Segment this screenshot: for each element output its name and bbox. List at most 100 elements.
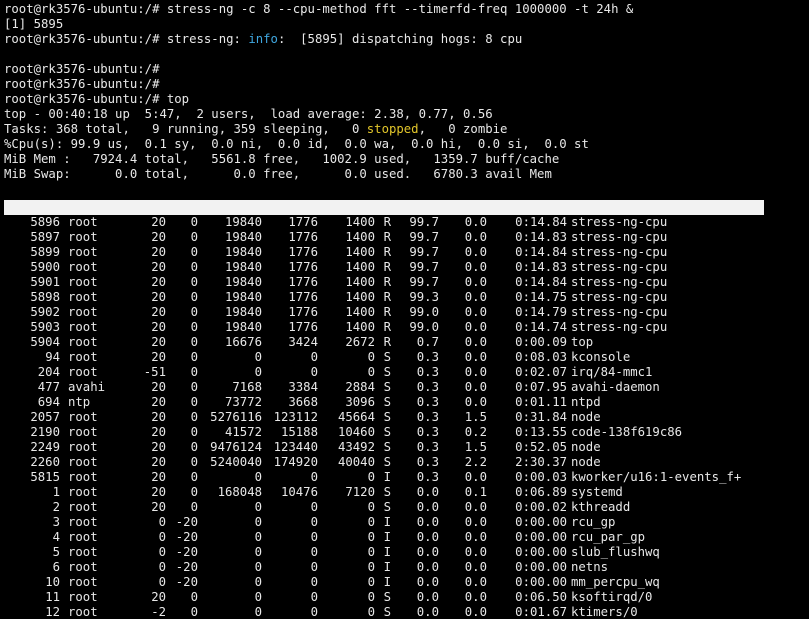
table-row: 477 avahi 20 0 7168 3384 2884 S 0.3 0.0 0:07.95 ava…	[4, 380, 809, 395]
res-cell: 1776	[288, 320, 318, 334]
cpu-cell: 99.7	[409, 260, 439, 274]
shr-cell: 45664	[337, 410, 375, 424]
command-cell: kconsole	[571, 350, 631, 364]
ni-cell: -20	[175, 530, 198, 544]
top-mem-line: MiB Mem : 7924.4 total, 5561.8 free, 100…	[4, 152, 560, 166]
ni-cell: 0	[190, 305, 198, 319]
ni-cell: 0	[190, 215, 198, 229]
user-cell: root	[68, 410, 98, 424]
pid-cell: 477	[37, 380, 60, 394]
pr-cell: 20	[151, 350, 166, 364]
command-cell: top	[571, 335, 594, 349]
terminal-window[interactable]: root@rk3576-ubuntu:/# stress-ng -c 8 --c…	[0, 0, 809, 619]
process-table-header: PID USER PR NI VIRT RES SHR S %CPU %MEM TIME+ COMMA…	[4, 200, 764, 229]
time-cell: 0:01.11	[515, 395, 567, 409]
virt-cell: 0	[254, 560, 262, 574]
pid-cell: 5896	[30, 215, 60, 229]
mem-cell: 1.5	[464, 440, 487, 454]
ni-cell: 0	[190, 440, 198, 454]
state-cell: I	[383, 470, 391, 484]
ni-cell: 0	[190, 380, 198, 394]
shell-line-7: root@rk3576-ubuntu:/# top	[4, 92, 190, 106]
shr-cell: 7120	[345, 485, 375, 499]
res-cell: 0	[310, 575, 318, 589]
virt-cell: 19840	[224, 245, 262, 259]
ni-cell: 0	[190, 605, 198, 619]
shell-line-1: root@rk3576-ubuntu:/# stress-ng -c 8 --c…	[4, 2, 634, 16]
pid-cell: 5	[52, 545, 60, 559]
time-cell: 0:52.05	[515, 440, 567, 454]
pr-cell: -2	[151, 605, 166, 619]
cpu-cell: 99.3	[409, 290, 439, 304]
time-cell: 0:00.09	[515, 335, 567, 349]
user-cell: root	[68, 230, 98, 244]
top-uptime-line: top - 00:40:18 up 5:47, 2 users, load av…	[4, 107, 493, 121]
ni-cell: 0	[190, 395, 198, 409]
res-cell: 1776	[288, 245, 318, 259]
mem-cell: 0.0	[464, 275, 487, 289]
cpu-cell: 0.3	[416, 455, 439, 469]
command-cell: kworker/u16:1-events_f+	[571, 470, 742, 484]
shell-line-2: [1] 5895	[4, 17, 64, 31]
ni-cell: -20	[175, 575, 198, 589]
mem-cell: 0.0	[464, 545, 487, 559]
ni-cell: -20	[175, 560, 198, 574]
state-cell: S	[383, 380, 391, 394]
user-cell: root	[68, 515, 98, 529]
mem-cell: 0.0	[464, 305, 487, 319]
time-cell: 0:00.02	[515, 500, 567, 514]
virt-cell: 0	[254, 605, 262, 619]
pr-cell: 20	[151, 335, 166, 349]
res-cell: 0	[310, 470, 318, 484]
pr-cell: 20	[151, 485, 166, 499]
pr-cell: 20	[151, 470, 166, 484]
ni-cell: 0	[190, 470, 198, 484]
state-cell: R	[383, 245, 391, 259]
time-cell: 0:07.95	[515, 380, 567, 394]
user-cell: root	[68, 440, 98, 454]
command-cell: stress-ng-cpu	[571, 320, 668, 334]
pid-cell: 2190	[30, 425, 60, 439]
pr-cell: 20	[151, 275, 166, 289]
shr-cell: 0	[367, 575, 375, 589]
table-row: 5899 root 20 0 19840 1776 1400 R 99.7 0.0 0:14.84 s…	[4, 245, 809, 260]
cpu-cell: 0.7	[416, 335, 439, 349]
state-cell: S	[383, 500, 391, 514]
res-cell: 1776	[288, 290, 318, 304]
table-row: 5902 root 20 0 19840 1776 1400 R 99.0 0.0 0:14.79 s…	[4, 305, 809, 320]
mem-cell: 0.0	[464, 350, 487, 364]
res-cell: 1776	[288, 215, 318, 229]
res-cell: 0	[310, 500, 318, 514]
shr-cell: 0	[367, 545, 375, 559]
state-cell: S	[383, 590, 391, 604]
virt-cell: 0	[254, 470, 262, 484]
command-cell: ktimers/0	[571, 605, 638, 619]
shr-cell: 0	[367, 500, 375, 514]
pid-cell: 5904	[30, 335, 60, 349]
pr-cell: 0	[158, 515, 166, 529]
table-row: 6 root 0 -20 0 0 0 I 0.0 0.0 0:00.00 netns	[4, 560, 809, 575]
info-label: info	[248, 32, 278, 46]
pr-cell: 20	[151, 245, 166, 259]
state-cell: S	[383, 425, 391, 439]
mem-cell: 0.0	[464, 335, 487, 349]
table-row: 3 root 0 -20 0 0 0 I 0.0 0.0 0:00.00 rcu_gp	[4, 515, 809, 530]
time-cell: 0:00.00	[515, 530, 567, 544]
virt-cell: 16676	[224, 335, 262, 349]
shell-line-3: root@rk3576-ubuntu:/# stress-ng: info: […	[4, 32, 809, 47]
mem-cell: 0.0	[464, 590, 487, 604]
table-row: 5898 root 20 0 19840 1776 1400 R 99.3 0.0 0:14.75 s…	[4, 290, 809, 305]
ni-cell: 0	[190, 350, 198, 364]
table-row: 2249 root 20 0 9476124 123440 43492 S 0.3 1.5 0:52…	[4, 440, 809, 455]
virt-cell: 0	[254, 515, 262, 529]
user-cell: root	[68, 605, 98, 619]
state-cell: R	[383, 320, 391, 334]
ni-cell: 0	[190, 275, 198, 289]
command-cell: stress-ng-cpu	[571, 290, 668, 304]
command-cell: avahi-daemon	[571, 380, 660, 394]
pid-cell: 5898	[30, 290, 60, 304]
state-cell: S	[383, 410, 391, 424]
command-cell: slub_flushwq	[571, 545, 660, 559]
virt-cell: 168048	[217, 485, 262, 499]
